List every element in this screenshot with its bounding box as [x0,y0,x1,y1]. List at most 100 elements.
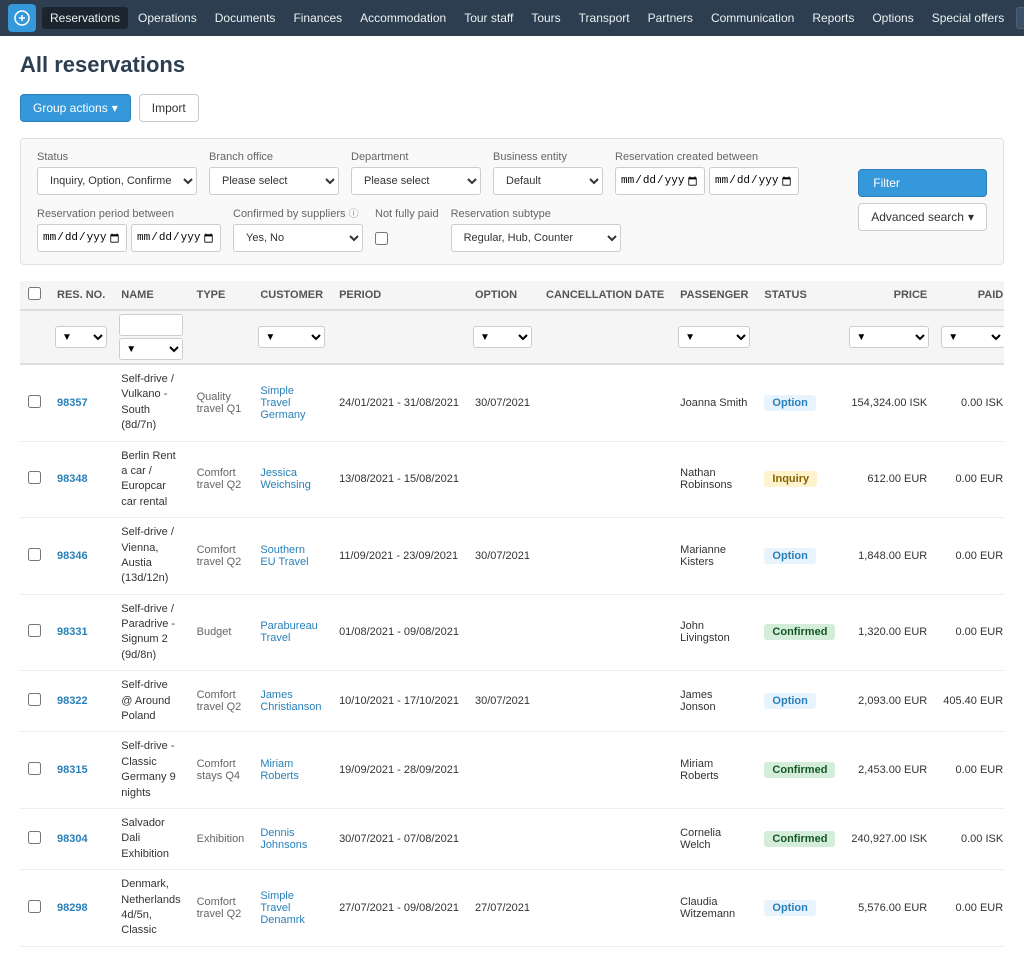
type-cell: Exhibition [189,808,253,869]
col-cancellation-date: CANCELLATION DATE [538,281,672,310]
option-cell [467,594,538,671]
res-period-to[interactable] [131,224,221,252]
customer-cell: Simple Travel Denamrk [252,870,331,947]
res-period-from[interactable] [37,224,127,252]
res-created-to[interactable] [709,167,799,195]
row-checkbox-cell [20,732,49,809]
status-badge: Option [764,693,815,709]
col-customer: CUSTOMER [252,281,331,310]
customer-filter-select[interactable]: ▼ [258,326,325,348]
status-cell: Option [756,870,843,947]
customer-cell: Jessica Weichsing [252,441,331,518]
nav-item-reports[interactable]: Reports [804,7,862,29]
nav-item-reservations[interactable]: Reservations [42,7,128,29]
passenger-filter-select[interactable]: ▼ [678,326,750,348]
customer-link[interactable]: Miriam Roberts [260,758,299,782]
customer-link[interactable]: James Christianson [260,689,321,713]
row-select-checkbox[interactable] [28,831,41,844]
customer-cell: Parabureau Travel [252,594,331,671]
table-body: 98357 Self-drive / Vulkano - South (8d/7… [20,364,1004,946]
option-filter-select[interactable]: ▼ [473,326,532,348]
dept-select[interactable]: Please select [351,167,481,195]
res-no-cell[interactable]: 98331 [49,594,113,671]
row-select-checkbox[interactable] [28,624,41,637]
name-filter-input[interactable] [119,314,182,336]
customer-link[interactable]: Simple Travel Denamrk [260,890,305,926]
customer-cell: Simple Travel Germany [252,364,331,441]
confirmed-suppliers-select[interactable]: Yes, No [233,224,363,252]
row-select-checkbox[interactable] [28,471,41,484]
passenger-cell: John Livingston [672,594,756,671]
table-filter-row: ▼ ▼ ▼ ▼ ▼ [20,310,1004,364]
branch-select[interactable]: Please select [209,167,339,195]
name-cell: Salvador Dali Exhibition [113,808,188,869]
top-navigation: Reservations Operations Documents Financ… [0,0,1024,36]
entity-select[interactable]: Default [493,167,603,195]
nav-item-operations[interactable]: Operations [130,7,205,29]
status-cell: Option [756,364,843,441]
nav-item-finances[interactable]: Finances [285,7,350,29]
res-no-cell[interactable]: 98322 [49,671,113,732]
res-no-cell[interactable]: 98346 [49,518,113,595]
nav-item-options[interactable]: Options [864,7,921,29]
res-no-cell[interactable]: 98298 [49,870,113,947]
customer-link[interactable]: Parabureau Travel [260,620,318,644]
res-no-cell[interactable]: 98315 [49,732,113,809]
period-cell: 27/07/2021 - 09/08/2021 [331,870,467,947]
subtype-select[interactable]: Regular, Hub, Counter [451,224,621,252]
status-badge: Option [764,900,815,916]
status-badge: Confirmed [764,624,835,640]
filter-button[interactable]: Filter [858,169,987,197]
res-no-cell[interactable]: 98304 [49,808,113,869]
not-fully-paid-checkbox[interactable] [375,232,388,245]
col-passenger: PASSENGER [672,281,756,310]
name-cell: Self-drive / Vulkano - South (8d/7n) [113,364,188,441]
import-button[interactable]: Import [139,94,199,122]
customer-link[interactable]: Southern EU Travel [260,544,308,568]
passenger-cell: Nathan Robinsons [672,441,756,518]
customer-cell: James Christianson [252,671,331,732]
status-cell: Inquiry [756,441,843,518]
row-select-checkbox[interactable] [28,548,41,561]
advanced-search-button[interactable]: Advanced search ▾ [858,203,987,231]
row-select-checkbox[interactable] [28,762,41,775]
name-cell: Denmark, Netherlands 4d/5n, Classic [113,870,188,947]
col-type: TYPE [189,281,253,310]
type-cell: Quality travel Q1 [189,364,253,441]
res-no-cell[interactable]: 98348 [49,441,113,518]
customer-link[interactable]: Simple Travel Germany [260,385,305,421]
row-select-checkbox[interactable] [28,900,41,913]
paid-filter-select[interactable]: ▼ [941,326,1004,348]
nav-item-tour-staff[interactable]: Tour staff [456,7,521,29]
passenger-cell: Cornelia Welch [672,808,756,869]
name-cell: Self-drive @ Around Poland [113,671,188,732]
res-no-cell[interactable]: 98357 [49,364,113,441]
nav-item-special-offers[interactable]: Special offers [924,7,1013,29]
table-row: 98304 Salvador Dali Exhibition Exhibitio… [20,808,1004,869]
nav-item-communication[interactable]: Communication [703,7,802,29]
paid-cell: 0.00 ISK [935,808,1004,869]
status-select[interactable]: Inquiry, Option, Confirmed, Fi [37,167,197,195]
row-checkbox-cell [20,364,49,441]
customer-link[interactable]: Jessica Weichsing [260,467,311,491]
res-created-filter: Reservation created between [615,151,799,195]
group-actions-button[interactable]: Group actions ▾ [20,94,131,122]
nav-item-transport[interactable]: Transport [571,7,638,29]
name-filter-select[interactable]: ▼ [119,338,182,360]
res-no-filter-select[interactable]: ▼ [55,326,107,348]
customer-link[interactable]: Dennis Johnsons [260,827,307,851]
table-row: 98315 Self-drive - Classic Germany 9 nig… [20,732,1004,809]
nav-item-tours[interactable]: Tours [523,7,568,29]
nav-item-accommodation[interactable]: Accommodation [352,7,454,29]
price-filter-select[interactable]: ▼ [849,326,929,348]
select-all-checkbox[interactable] [28,287,41,300]
nav-item-partners[interactable]: Partners [640,7,701,29]
app-logo [8,4,36,32]
status-badge: Inquiry [764,471,817,487]
row-select-checkbox[interactable] [28,693,41,706]
nav-item-documents[interactable]: Documents [207,7,284,29]
global-search-input[interactable] [1016,7,1024,29]
res-created-from[interactable] [615,167,705,195]
reservations-table-container: RES. NO. NAME TYPE CUSTOMER PERIOD OPTIO… [20,281,1004,947]
row-select-checkbox[interactable] [28,395,41,408]
